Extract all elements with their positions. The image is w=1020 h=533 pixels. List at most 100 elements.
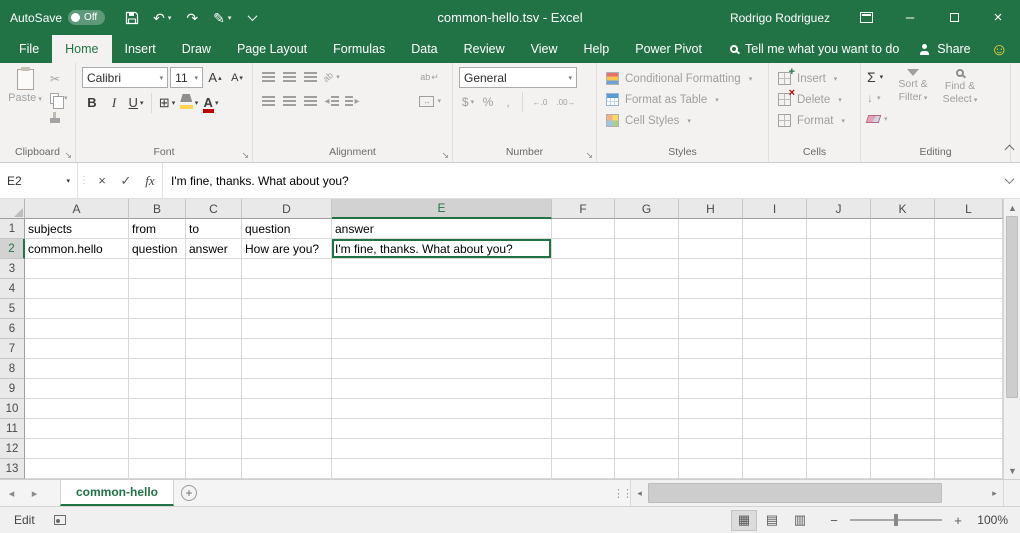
share-button[interactable]: Share	[919, 42, 970, 56]
cell-H8[interactable]	[679, 359, 743, 379]
cell-G7[interactable]	[615, 339, 679, 359]
cell-E2[interactable]: I'm fine, thanks. What about you?	[332, 239, 552, 259]
format-as-table-button[interactable]: Format as Table ▾	[597, 89, 768, 110]
minimize-button[interactable]: –	[888, 0, 932, 35]
bottom-align-button[interactable]	[301, 67, 320, 87]
cell-J12[interactable]	[807, 439, 871, 459]
increase-font-size-button[interactable]: A▴	[205, 67, 225, 88]
percent-style-button[interactable]: %	[479, 92, 497, 112]
cell-A9[interactable]	[25, 379, 129, 399]
cell-D5[interactable]	[242, 299, 332, 319]
cell-E4[interactable]	[332, 279, 552, 299]
column-header-H[interactable]: H	[679, 199, 743, 219]
cell-H6[interactable]	[679, 319, 743, 339]
cell-J5[interactable]	[807, 299, 871, 319]
cell-I8[interactable]	[743, 359, 807, 379]
vertical-scroll-thumb[interactable]	[1006, 216, 1018, 398]
cell-J4[interactable]	[807, 279, 871, 299]
underline-button[interactable]: U▾	[126, 92, 146, 113]
cell-K9[interactable]	[871, 379, 935, 399]
cell-E12[interactable]	[332, 439, 552, 459]
horizontal-scroll-track[interactable]	[648, 480, 986, 506]
cell-E9[interactable]	[332, 379, 552, 399]
column-header-F[interactable]: F	[552, 199, 615, 219]
cell-B8[interactable]	[129, 359, 186, 379]
cell-K5[interactable]	[871, 299, 935, 319]
feedback-smiley-icon[interactable]: ☺	[991, 41, 1008, 58]
page-layout-view-button[interactable]: ▤	[759, 510, 785, 531]
cell-J10[interactable]	[807, 399, 871, 419]
row-header-7[interactable]: 7	[0, 339, 25, 359]
cell-B12[interactable]	[129, 439, 186, 459]
cell-B10[interactable]	[129, 399, 186, 419]
cell-L11[interactable]	[935, 419, 1003, 439]
number-format-select[interactable]: General▾	[459, 67, 577, 88]
macro-record-button[interactable]	[54, 515, 66, 525]
cell-H4[interactable]	[679, 279, 743, 299]
row-header-4[interactable]: 4	[0, 279, 25, 299]
ribbon-display-options-button[interactable]	[844, 0, 888, 35]
cell-C9[interactable]	[186, 379, 242, 399]
cell-B7[interactable]	[129, 339, 186, 359]
merge-center-button[interactable]: ↔▾	[419, 91, 441, 111]
cell-L2[interactable]	[935, 239, 1003, 259]
cell-E1[interactable]: answer	[332, 219, 552, 239]
cell-I12[interactable]	[743, 439, 807, 459]
horizontal-scroll-thumb[interactable]	[648, 483, 942, 503]
align-right-button[interactable]	[301, 91, 320, 111]
clipboard-dialog-launcher[interactable]: ↘	[64, 151, 72, 160]
cell-A13[interactable]	[25, 459, 129, 479]
customize-qat-button[interactable]	[239, 5, 265, 31]
row-header-6[interactable]: 6	[0, 319, 25, 339]
cell-C3[interactable]	[186, 259, 242, 279]
column-header-B[interactable]: B	[129, 199, 186, 219]
cell-A12[interactable]	[25, 439, 129, 459]
cell-G3[interactable]	[615, 259, 679, 279]
align-left-button[interactable]	[259, 91, 278, 111]
cell-C5[interactable]	[186, 299, 242, 319]
formula-input[interactable]: I'm fine, thanks. What about you?	[162, 163, 998, 198]
cell-J13[interactable]	[807, 459, 871, 479]
cell-K1[interactable]	[871, 219, 935, 239]
formula-bar-expand-button[interactable]	[998, 163, 1020, 198]
ribbon-tab-insert[interactable]: Insert	[112, 35, 169, 63]
ribbon-tab-help[interactable]: Help	[571, 35, 623, 63]
cell-E5[interactable]	[332, 299, 552, 319]
sort-filter-button[interactable]: Sort & Filter▾	[890, 66, 937, 145]
cell-K12[interactable]	[871, 439, 935, 459]
autosum-button[interactable]: Σ▾	[867, 67, 888, 86]
cell-H9[interactable]	[679, 379, 743, 399]
cell-E7[interactable]	[332, 339, 552, 359]
cell-D3[interactable]	[242, 259, 332, 279]
maximize-button[interactable]	[932, 0, 976, 35]
cell-B1[interactable]: from	[129, 219, 186, 239]
select-all-corner[interactable]	[0, 199, 25, 219]
cell-I4[interactable]	[743, 279, 807, 299]
wrap-text-button[interactable]: ab↵	[420, 67, 439, 87]
cell-H5[interactable]	[679, 299, 743, 319]
cell-F2[interactable]	[552, 239, 615, 259]
cell-I13[interactable]	[743, 459, 807, 479]
cell-F6[interactable]	[552, 319, 615, 339]
cell-H11[interactable]	[679, 419, 743, 439]
cell-G1[interactable]	[615, 219, 679, 239]
cell-J1[interactable]	[807, 219, 871, 239]
cell-G5[interactable]	[615, 299, 679, 319]
cell-J3[interactable]	[807, 259, 871, 279]
cell-C2[interactable]: answer	[186, 239, 242, 259]
format-painter-button[interactable]	[50, 109, 68, 125]
number-dialog-launcher[interactable]: ↘	[585, 151, 593, 160]
cell-H7[interactable]	[679, 339, 743, 359]
cell-C12[interactable]	[186, 439, 242, 459]
cell-B6[interactable]	[129, 319, 186, 339]
fill-color-button[interactable]: ▾	[179, 92, 199, 113]
cell-E13[interactable]	[332, 459, 552, 479]
column-header-I[interactable]: I	[743, 199, 807, 219]
column-header-C[interactable]: C	[186, 199, 242, 219]
zoom-level[interactable]: 100%	[974, 513, 1008, 527]
close-button[interactable]: ×	[976, 0, 1020, 35]
fill-button[interactable]: ↓▾	[867, 88, 888, 107]
decrease-decimal-button[interactable]: .00→	[554, 92, 578, 112]
sheet-nav-right-button[interactable]: ▸	[23, 480, 46, 506]
tell-me-search[interactable]: Tell me what you want to do	[730, 42, 899, 56]
